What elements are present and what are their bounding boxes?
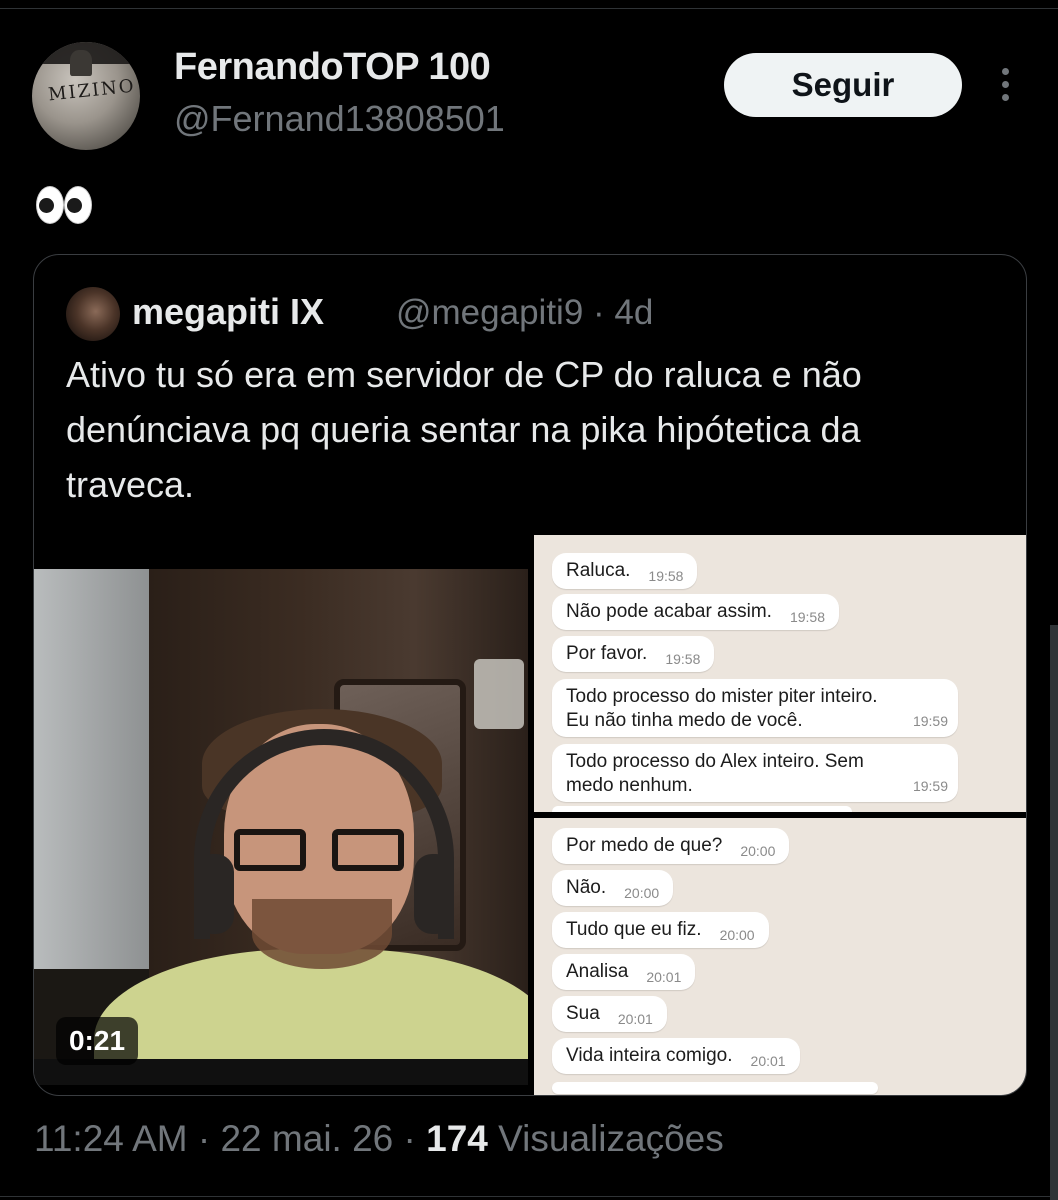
author-name[interactable]: FernandoTOP 100 — [174, 46, 491, 89]
quoted-author-name: megapiti IX — [132, 291, 325, 332]
chat-message-text: Vida inteira comigo. — [566, 1045, 733, 1066]
quoted-avatar — [66, 287, 120, 341]
eyes-emoji-icon: 👀 — [34, 186, 92, 226]
chat-message-time: 20:01 — [750, 1053, 786, 1069]
meta-separator: · — [403, 1118, 416, 1159]
chat-bubble: Vida inteira comigo. 20:01 — [552, 1038, 800, 1074]
tweet-header: MIZINO FernandoTOP 100 @Fernand13808501 … — [32, 40, 1032, 150]
eye-left — [36, 186, 64, 224]
video-duration-badge: 0:21 — [56, 1017, 138, 1065]
chat-bubble-partial — [552, 1082, 878, 1094]
avatar-lettering: MIZINO — [47, 75, 137, 106]
chat-message-text: Todo processo do mister piter inteiro. E… — [566, 686, 878, 731]
quoted-author-handle: @megapiti9 · 4d — [396, 293, 654, 332]
chat-bubble: Tudo que eu fiz. 20:00 — [552, 912, 769, 948]
chat-message-time: 19:58 — [665, 651, 701, 667]
more-options-icon[interactable] — [994, 68, 1016, 108]
chat-bubble-partial — [552, 806, 852, 812]
chat-bubble: Analisa 20:01 — [552, 954, 696, 990]
chat-message-time: 20:01 — [617, 1011, 653, 1027]
chat-message-time: 20:01 — [646, 969, 682, 985]
more-dot — [1001, 68, 1009, 75]
chat-screenshot-bottom[interactable]: Por medo de que? 20:00 Não. 20:00 Tudo que… — [534, 818, 1026, 1095]
tweet-date[interactable]: 22 mai. 26 — [220, 1118, 393, 1159]
views-label: Visualizações — [498, 1118, 724, 1159]
pupil — [67, 198, 82, 213]
author-handle[interactable]: @Fernand13808501 — [174, 98, 505, 140]
quoted-video[interactable]: 0:21 — [34, 569, 528, 1085]
chat-message-text: Tudo que eu fiz. — [566, 919, 702, 940]
chat-message-time: 20:00 — [740, 843, 776, 859]
chat-message-text: Todo processo do Alex inteiro. Sem medo … — [566, 751, 864, 796]
scrollbar[interactable] — [1050, 625, 1058, 1200]
tweet-meta: 11:24 AM · 22 mai. 26 · 174 Visualizaçõe… — [34, 1118, 724, 1160]
chat-message-time: 19:59 — [912, 713, 948, 729]
chat-bubble: Sua 20:01 — [552, 996, 667, 1032]
chat-message-time: 20:00 — [719, 927, 755, 943]
chat-message-time: 19:59 — [912, 778, 948, 794]
headset-ear-left — [194, 854, 234, 934]
chat-message-time: 19:58 — [789, 609, 825, 625]
pupil — [39, 198, 54, 213]
chat-bubble: Por favor. 19:58 — [552, 636, 715, 672]
chat-message-text: Não pode acabar assim. — [566, 601, 772, 622]
author-avatar[interactable]: MIZINO — [32, 42, 140, 150]
chat-bubble: Não. 20:00 — [552, 870, 674, 906]
video-window-shine — [474, 659, 524, 729]
more-dot — [1001, 94, 1009, 101]
follow-button[interactable]: Seguir — [724, 53, 962, 117]
chat-message-time: 20:00 — [624, 885, 660, 901]
chat-message-text: Sua — [566, 1003, 600, 1024]
bottom-divider — [0, 1196, 1058, 1197]
chat-bubble: Todo processo do mister piter inteiro. E… — [552, 679, 958, 737]
headset-ear-right — [414, 854, 454, 934]
tweet-time[interactable]: 11:24 AM — [34, 1118, 188, 1159]
chat-message-text: Por favor. — [566, 643, 648, 664]
video-wall — [34, 569, 149, 969]
views-count: 174 — [426, 1118, 488, 1159]
chat-bubble: Raluca. 19:58 — [552, 553, 698, 589]
chat-message-text: Analisa — [566, 961, 629, 982]
quoted-text: Ativo tu só era em servidor de CP do ral… — [66, 354, 862, 505]
more-dot — [1001, 81, 1009, 88]
chat-message-text: Raluca. — [566, 560, 631, 581]
meta-separator: · — [197, 1118, 211, 1159]
chat-message-time: 19:58 — [648, 568, 684, 584]
chat-bubble: Por medo de que? 20:00 — [552, 828, 790, 864]
chat-message-text: Por medo de que? — [566, 835, 723, 856]
top-divider — [0, 8, 1058, 9]
chat-bubble: Não pode acabar assim. 19:58 — [552, 594, 839, 630]
chat-message-text: Não. — [566, 877, 607, 898]
quoted-tweet[interactable]: megapiti IX @megapiti9 · 4d Ativo tu só … — [33, 254, 1027, 1096]
chat-screenshot-top[interactable]: Raluca. 19:58 Não pode acabar assim. 19:58… — [534, 535, 1026, 812]
chat-bubble: Todo processo do Alex inteiro. Sem medo … — [552, 744, 958, 802]
quoted-header: megapiti IX @megapiti9 · 4d — [66, 287, 966, 343]
avatar-figure — [70, 50, 92, 76]
eye-right — [64, 186, 92, 224]
